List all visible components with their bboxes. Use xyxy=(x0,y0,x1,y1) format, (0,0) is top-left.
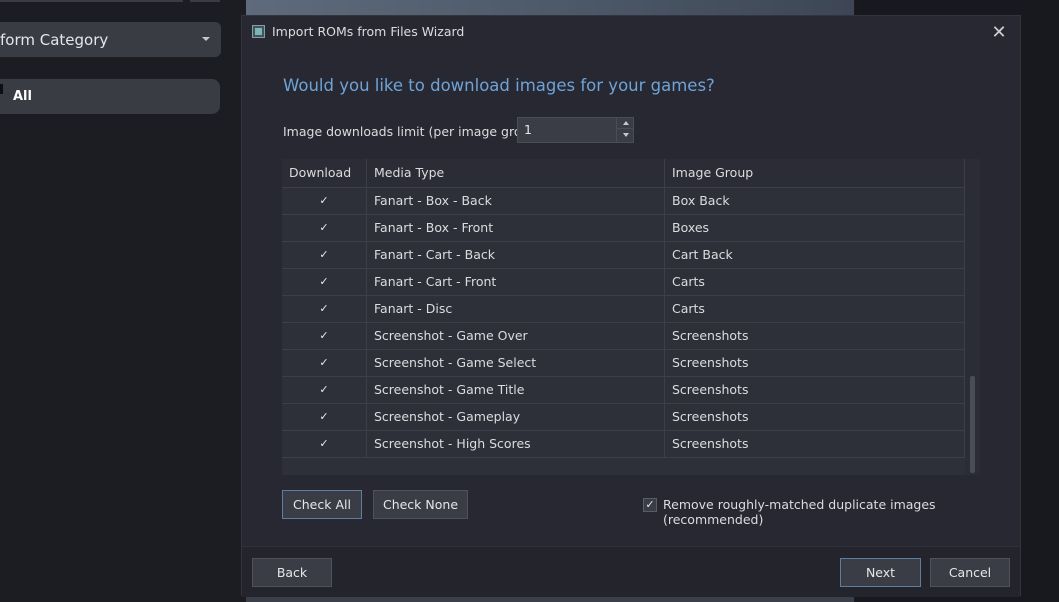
background-banner-image xyxy=(246,0,854,16)
image-group-cell: Screenshots xyxy=(665,404,965,430)
media-type-table: Download Media Type Image Group ✓ Fanart… xyxy=(282,159,980,475)
checkmark-icon[interactable]: ✓ xyxy=(318,249,330,261)
media-type-cell: Fanart - Cart - Front xyxy=(367,269,665,295)
image-group-cell: Boxes xyxy=(665,215,965,241)
remove-duplicates-label[interactable]: Remove roughly-matched duplicate images … xyxy=(663,497,1020,527)
media-type-cell: Fanart - Box - Back xyxy=(367,188,665,214)
column-header-image-group[interactable]: Image Group xyxy=(665,159,965,187)
spin-up-button[interactable] xyxy=(617,117,634,129)
table-scrollbar[interactable] xyxy=(965,159,980,475)
media-type-cell: Screenshot - High Scores xyxy=(367,431,665,457)
remove-duplicates-checkbox[interactable]: ✓ xyxy=(643,498,657,512)
dialog-footer: Back Next Cancel xyxy=(242,546,1020,597)
chevron-down-icon xyxy=(202,37,210,41)
image-group-cell: Screenshots xyxy=(665,377,965,403)
media-type-cell: Fanart - Box - Front xyxy=(367,215,665,241)
table-row[interactable]: ✓ Fanart - Cart - Back Cart Back xyxy=(282,242,965,269)
next-button[interactable]: Next xyxy=(840,558,921,587)
platform-category-dropdown[interactable]: form Category xyxy=(0,22,221,57)
dialog-titlebar: Import ROMs from Files Wizard ✕ xyxy=(242,16,1020,48)
media-type-cell: Fanart - Cart - Back xyxy=(367,242,665,268)
import-roms-wizard-dialog: Import ROMs from Files Wizard ✕ Would yo… xyxy=(241,15,1021,597)
table-row[interactable]: ✓ Fanart - Cart - Front Carts xyxy=(282,269,965,296)
checkmark-icon[interactable]: ✓ xyxy=(318,222,330,234)
scrollbar-thumb[interactable] xyxy=(970,376,975,473)
table-row[interactable]: ✓ Screenshot - Game Over Screenshots xyxy=(282,323,965,350)
check-all-button[interactable]: Check All xyxy=(282,490,362,519)
table-row[interactable]: ✓ Fanart - Box - Front Boxes xyxy=(282,215,965,242)
platform-category-label: form Category xyxy=(0,30,109,49)
check-none-button[interactable]: Check None xyxy=(373,490,468,519)
image-group-cell: Screenshots xyxy=(665,323,965,349)
checkmark-icon[interactable]: ✓ xyxy=(318,411,330,423)
checkmark-icon[interactable]: ✓ xyxy=(318,357,330,369)
image-group-cell: Carts xyxy=(665,296,965,322)
checkmark-icon[interactable]: ✓ xyxy=(318,276,330,288)
media-type-cell: Screenshot - Game Over xyxy=(367,323,665,349)
checkmark-icon[interactable]: ✓ xyxy=(318,195,330,207)
image-group-cell: Carts xyxy=(665,269,965,295)
sidebar-item-all[interactable]: All xyxy=(0,79,220,114)
checkmark-icon[interactable]: ✓ xyxy=(318,303,330,315)
image-limit-label: Image downloads limit (per image group): xyxy=(283,124,547,139)
table-row[interactable]: ✓ Screenshot - Gameplay Screenshots xyxy=(282,404,965,431)
spin-down-button[interactable] xyxy=(617,129,634,141)
image-group-cell: Screenshots xyxy=(665,431,965,457)
sidebar-item-label: All xyxy=(13,89,32,104)
column-header-media-type[interactable]: Media Type xyxy=(367,159,665,187)
cancel-button[interactable]: Cancel xyxy=(930,558,1010,587)
back-button[interactable]: Back xyxy=(252,558,332,587)
image-group-cell: Screenshots xyxy=(665,350,965,376)
app-icon xyxy=(252,25,265,38)
column-header-download[interactable]: Download xyxy=(282,159,367,187)
media-type-cell: Fanart - Disc xyxy=(367,296,665,322)
table-row[interactable]: ✓ Fanart - Box - Back Box Back xyxy=(282,188,965,215)
image-group-cell: Cart Back xyxy=(665,242,965,268)
image-group-cell: Box Back xyxy=(665,188,965,214)
table-row[interactable]: ✓ Screenshot - Game Title Screenshots xyxy=(282,377,965,404)
table-header: Download Media Type Image Group xyxy=(282,159,965,188)
media-type-cell: Screenshot - Gameplay xyxy=(367,404,665,430)
checkmark-icon[interactable]: ✓ xyxy=(318,438,330,450)
close-icon[interactable]: ✕ xyxy=(988,22,1010,44)
table-row[interactable]: ✓ Fanart - Disc Carts xyxy=(282,296,965,323)
dialog-title: Import ROMs from Files Wizard xyxy=(272,24,465,39)
checkmark-icon[interactable]: ✓ xyxy=(318,330,330,342)
media-type-cell: Screenshot - Game Title xyxy=(367,377,665,403)
table-row[interactable]: ✓ Screenshot - Game Select Screenshots xyxy=(282,350,965,377)
checkmark-icon[interactable]: ✓ xyxy=(318,384,330,396)
table-row[interactable]: ✓ Screenshot - High Scores Screenshots xyxy=(282,431,965,458)
table-body: ✓ Fanart - Box - Back Box Back ✓ Fanart … xyxy=(282,188,965,458)
chevron-down-icon xyxy=(622,133,629,137)
background-toolbar-strip xyxy=(0,0,220,2)
image-limit-spinner xyxy=(616,117,634,143)
page-heading: Would you like to download images for yo… xyxy=(283,76,715,95)
media-type-cell: Screenshot - Game Select xyxy=(367,350,665,376)
chevron-up-icon xyxy=(622,120,629,125)
